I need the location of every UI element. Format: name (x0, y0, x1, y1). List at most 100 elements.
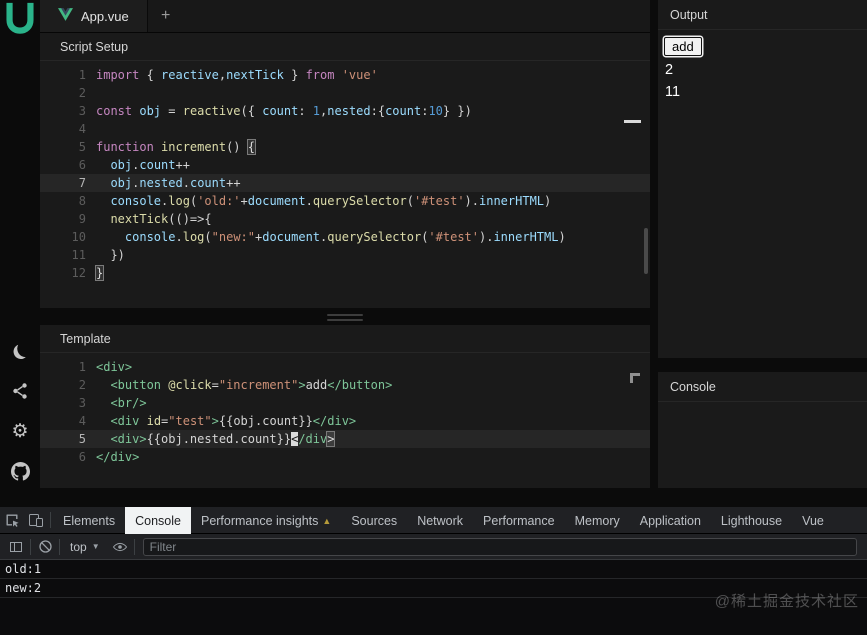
line-number: 3 (78, 104, 86, 118)
output-panel-title: Output (670, 7, 708, 22)
code-line[interactable]: 4 (40, 120, 650, 138)
vertical-scrollbar[interactable] (644, 228, 648, 274)
scroll-marker (624, 120, 641, 123)
line-number: 1 (78, 360, 86, 374)
toolbar-separator (59, 538, 60, 555)
devtools-tab-application[interactable]: Application (630, 507, 711, 534)
toolbar-separator (50, 512, 51, 528)
script-panel-title: Script Setup (60, 39, 129, 54)
line-number: 2 (78, 86, 86, 100)
console-log-entry[interactable]: old:1 (0, 560, 867, 579)
code-line[interactable]: 5 <div>{{obj.nested.count}}</div> (40, 430, 650, 448)
devtools: Elements Console Performance insights ▲ Sour… (0, 507, 867, 635)
code-line[interactable]: 12} (40, 264, 650, 282)
tab-label: Memory (574, 513, 620, 528)
console-toolbar: top ▼ (0, 534, 867, 560)
devtools-tabbar: Elements Console Performance insights ▲ Sour… (0, 507, 867, 534)
gear-icon[interactable]: ⚙ (0, 419, 40, 443)
devtools-tab-memory[interactable]: Memory (565, 507, 630, 534)
device-toolbar-icon[interactable] (24, 507, 48, 533)
corner-bracket-icon (630, 373, 640, 383)
vue-logo-icon (58, 8, 73, 24)
code-line[interactable]: 1 import { reactive,nextTick } from 'vue' (40, 66, 650, 84)
template-panel-title: Template (60, 331, 111, 346)
line-number: 11 (71, 248, 86, 262)
console-panel-header: Console (658, 372, 867, 402)
devtools-tab-network[interactable]: Network (407, 507, 473, 534)
grip-line (327, 319, 363, 321)
context-label: top (70, 539, 87, 554)
line-number: 6 (78, 450, 86, 464)
tab-label: Application (639, 513, 701, 528)
line-number: 6 (78, 158, 86, 172)
line-number: 4 (78, 414, 86, 428)
line-number: 10 (71, 230, 86, 244)
devtools-tab-sources[interactable]: Sources (341, 507, 407, 534)
devtools-tab-performance-insights[interactable]: Performance insights ▲ (191, 507, 341, 534)
live-expression-eye-icon[interactable] (108, 534, 132, 560)
devtools-tab-performance[interactable]: Performance (473, 507, 565, 534)
devtools-tab-elements[interactable]: Elements (53, 507, 125, 534)
line-number: 7 (78, 176, 86, 190)
console-sidebar-icon[interactable] (4, 534, 28, 560)
warning-triangle-icon: ▲ (322, 515, 332, 526)
javascript-context-selector[interactable]: top ▼ (62, 540, 108, 554)
devtools-tab-console[interactable]: Console (125, 507, 191, 534)
preview-iframe: add 2 11 (658, 30, 867, 100)
line-number: 4 (78, 122, 86, 136)
code-line[interactable]: 9 nextTick(()=>{ (40, 210, 650, 228)
code-line[interactable]: 1 <div> (40, 358, 650, 376)
toolbar-separator (133, 538, 135, 555)
template-code-editor[interactable]: 1 <div> 2 <button @click="increment">add</… (40, 353, 650, 466)
file-tab-label: App.vue (81, 8, 129, 24)
code-line[interactable]: 3 const obj = reactive({ count: 1,nested:… (40, 102, 650, 120)
pane-resize-handle[interactable] (40, 308, 650, 325)
console-filter-input[interactable] (142, 537, 857, 556)
script-panel-header: Script Setup (40, 33, 650, 61)
preview-add-button[interactable]: add (664, 37, 702, 56)
code-line[interactable]: 5 function increment() { (40, 138, 650, 156)
devtools-tab-vue[interactable]: Vue (792, 507, 834, 534)
tab-label: Console (135, 513, 181, 528)
line-number: 5 (78, 432, 86, 446)
grip-line (327, 314, 363, 316)
code-line[interactable]: 4 <div id="test">{{obj.count}}</div> (40, 412, 650, 430)
tab-label: Sources (351, 513, 398, 528)
file-tabbar: App.vue + (40, 0, 650, 33)
playground-console-panel: Console (658, 372, 867, 488)
code-line[interactable]: 3 <br/> (40, 394, 650, 412)
template-editor-panel: Template 1 <div> 2 <button @click="increme… (40, 325, 650, 488)
code-line[interactable]: 10 console.log("new:"+document.querySele… (40, 228, 650, 246)
code-line[interactable]: 2 <button @click="increment">add</button… (40, 376, 650, 394)
app-logo-icon[interactable] (1, 1, 39, 39)
tab-label: Network (417, 513, 464, 528)
add-file-button[interactable]: + (148, 0, 184, 32)
tab-label: Lighthouse (720, 513, 783, 528)
script-editor-panel: Script Setup 1 import { reactive,nextTick… (40, 33, 650, 308)
devtools-tab-lighthouse[interactable]: Lighthouse (711, 507, 792, 534)
code-line[interactable]: 8 console.log('old:'+document.querySelec… (40, 192, 650, 210)
line-number: 3 (78, 396, 86, 410)
line-number: 2 (78, 378, 86, 392)
toolbar-separator (30, 538, 31, 555)
code-line[interactable]: 2 (40, 84, 650, 102)
inspect-element-icon[interactable] (0, 507, 24, 533)
clear-console-icon[interactable] (33, 534, 57, 560)
code-line[interactable]: 7 obj.nested.count++ (40, 174, 650, 192)
app-sidebar: ⚙ (0, 0, 40, 507)
screen: ⚙ App.vue + Script Setup 1 import { react… (0, 0, 867, 635)
line-number: 8 (78, 194, 86, 208)
share-icon[interactable] (0, 379, 40, 403)
code-line[interactable]: 11 }) (40, 246, 650, 264)
code-line[interactable]: 6 </div> (40, 448, 650, 466)
tab-app-vue[interactable]: App.vue (40, 0, 148, 32)
output-panel-header: Output (658, 0, 867, 30)
tab-label: Elements (63, 513, 116, 528)
code-line[interactable]: 6 obj.count++ (40, 156, 650, 174)
line-number: 9 (78, 212, 86, 226)
console-panel-title: Console (670, 379, 716, 394)
moon-icon[interactable] (0, 340, 40, 364)
script-code-editor[interactable]: 1 import { reactive,nextTick } from 'vue'… (40, 61, 650, 282)
tab-label: Performance insights (200, 513, 319, 528)
github-icon[interactable] (0, 459, 40, 483)
